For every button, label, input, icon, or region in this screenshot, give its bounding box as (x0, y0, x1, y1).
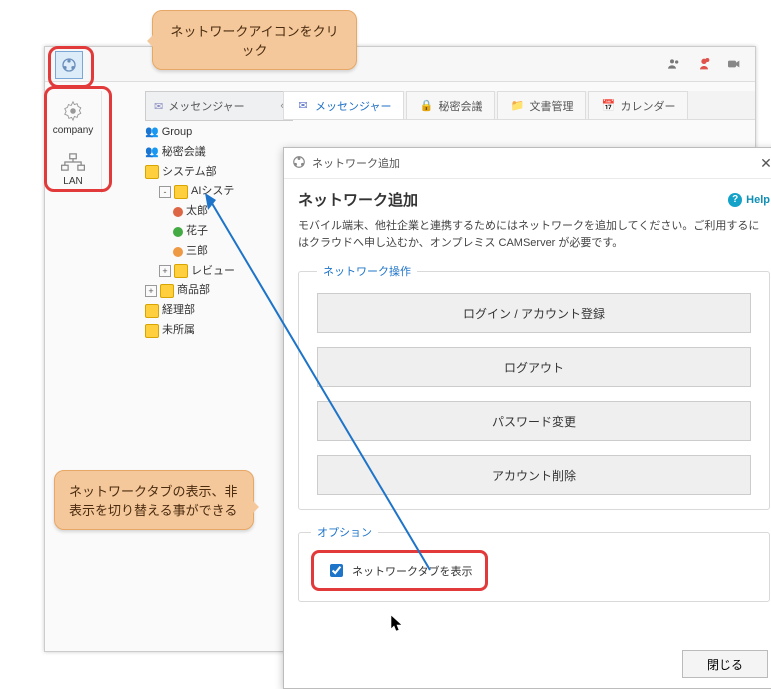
network-icon (292, 155, 306, 172)
dialog-window-title: ネットワーク追加 (312, 155, 400, 171)
network-add-dialog: ネットワーク追加 ✕ ネットワーク追加 ?Help モバイル端末、他社企業と連携… (283, 147, 771, 689)
avatar-icon (173, 247, 183, 257)
cursor-icon (390, 614, 404, 632)
tab-label: 文書管理 (529, 98, 573, 114)
main-tabs: ✉ メッセンジャー 🔒 秘密会議 📁 文書管理 📅 カレンダー (283, 91, 755, 120)
folder-icon (174, 185, 188, 199)
tree-ai[interactable]: -AIシステ (145, 182, 275, 202)
login-register-button[interactable]: ログイン / アカウント登録 (317, 293, 751, 333)
group-icon: 👥 (145, 123, 159, 143)
folder-icon (174, 264, 188, 278)
group-legend: ネットワーク操作 (317, 263, 417, 279)
tree-user-saburo[interactable]: 三郎 (145, 242, 275, 262)
expand-icon[interactable]: + (159, 265, 171, 277)
avatar-icon (173, 207, 183, 217)
tab-label: カレンダー (620, 98, 675, 114)
show-network-tab-option[interactable]: ネットワークタブを表示 (320, 557, 479, 584)
dialog-description: モバイル端末、他社企業と連携するためにはネットワークを追加してください。ご利用す… (298, 218, 770, 251)
network-icon-button[interactable] (55, 51, 83, 79)
tree-secret[interactable]: 👥秘密会議 (145, 143, 275, 163)
sidebar-item-label: company (53, 125, 94, 136)
tab-messenger[interactable]: ✉ メッセンジャー (283, 91, 404, 119)
collapse-icon[interactable]: - (159, 186, 171, 198)
lock-icon: 🔒 (419, 99, 433, 113)
tab-label: メッセンジャー (315, 98, 391, 114)
show-network-tab-checkbox[interactable] (330, 564, 343, 577)
callout-top: ネットワークアイコンをクリック (152, 10, 357, 70)
tree-group[interactable]: 👥Group (145, 123, 275, 143)
callout-bottom: ネットワークタブの表示、非表示を切り替える事ができる (54, 470, 254, 530)
dialog-titlebar: ネットワーク追加 ✕ (284, 148, 771, 179)
tab-secret[interactable]: 🔒 秘密会議 (406, 91, 495, 119)
close-icon[interactable]: ✕ (756, 153, 771, 173)
expand-icon[interactable]: + (145, 285, 157, 297)
notification-icon[interactable] (691, 51, 717, 77)
tree-system[interactable]: システム部 (145, 163, 275, 183)
folder-icon (145, 304, 159, 318)
tree-unassigned[interactable]: 未所属 (145, 321, 275, 341)
group-icon: 👥 (145, 143, 159, 163)
tab-documents[interactable]: 📁 文書管理 (497, 91, 586, 119)
sidebar-item-lan[interactable]: LAN (45, 142, 101, 193)
group-legend: オプション (311, 524, 378, 540)
tree-user-hanako[interactable]: 花子 (145, 222, 275, 242)
folder-icon (160, 284, 174, 298)
gear-icon (56, 97, 90, 125)
delete-account-button[interactable]: アカウント削除 (317, 455, 751, 495)
checkbox-label: ネットワークタブを表示 (352, 563, 473, 579)
help-link[interactable]: ?Help (728, 193, 770, 207)
sidebar-item-company[interactable]: company (45, 91, 101, 142)
tab-calendar[interactable]: 📅 カレンダー (588, 91, 688, 119)
folder-icon: 📁 (510, 99, 524, 113)
avatar-icon (173, 227, 183, 237)
help-icon: ? (728, 193, 742, 207)
tree-user-taro[interactable]: 太郎 (145, 202, 275, 222)
options-group: オプション ネットワークタブを表示 (298, 524, 770, 602)
dialog-footer: 閉じる (682, 650, 768, 678)
close-button[interactable]: 閉じる (682, 650, 768, 678)
folder-icon (145, 324, 159, 338)
envelope-icon: ✉ (296, 99, 310, 113)
network-operations-group: ネットワーク操作 ログイン / アカウント登録 ログアウト パスワード変更 アカ… (298, 263, 770, 510)
network-sidebar: company LAN (45, 91, 102, 193)
envelope-icon: ✉ (154, 100, 163, 113)
tree-review[interactable]: +レビュー (145, 262, 275, 282)
app-window: company LAN ✉ メッセンジャー ‹ ✉ メッセンジャー 🔒 秘密会議… (44, 46, 756, 652)
left-panel-tab[interactable]: ✉ メッセンジャー ‹ (145, 91, 293, 121)
tab-label: 秘密会議 (438, 98, 482, 114)
users-icon[interactable] (661, 51, 687, 77)
change-password-button[interactable]: パスワード変更 (317, 401, 751, 441)
lan-icon (56, 148, 90, 176)
dialog-body: ネットワーク追加 ?Help モバイル端末、他社企業と連携するためにはネットワー… (284, 179, 771, 626)
left-panel-tab-label: メッセンジャー (168, 98, 244, 114)
highlight-box: ネットワークタブを表示 (311, 550, 488, 591)
sidebar-item-label: LAN (63, 176, 82, 187)
logout-button[interactable]: ログアウト (317, 347, 751, 387)
org-tree: 👥Group 👥秘密会議 システム部 -AIシステ 太郎 花子 三郎 +レビュー… (145, 123, 275, 341)
tree-accounting[interactable]: 経理部 (145, 301, 275, 321)
camera-icon[interactable] (721, 51, 747, 77)
folder-icon (145, 165, 159, 179)
tree-product[interactable]: +商品部 (145, 281, 275, 301)
dialog-heading: ネットワーク追加 ?Help (298, 189, 770, 210)
calendar-icon: 📅 (601, 99, 615, 113)
